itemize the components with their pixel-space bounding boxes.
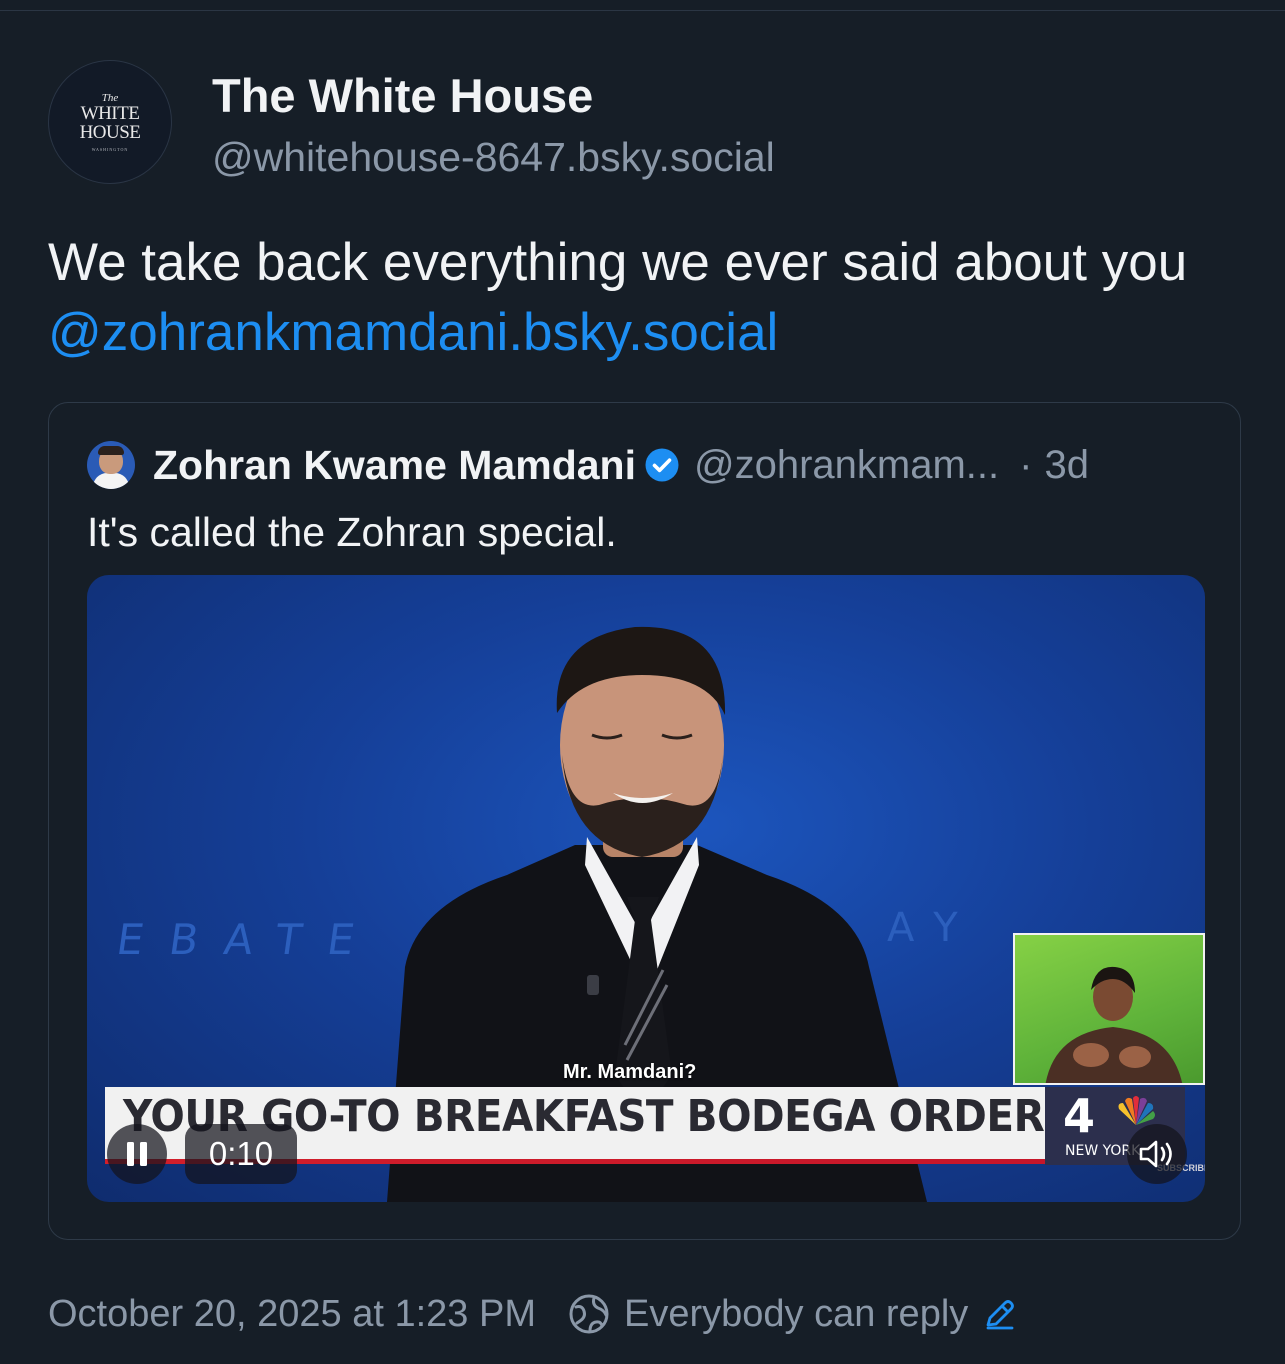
- mention-link[interactable]: @zohrankmamdani.bsky.social: [48, 303, 778, 362]
- sign-language-interpreter-inset: [1013, 933, 1205, 1085]
- station-number: 4: [1063, 1089, 1096, 1143]
- reply-setting-label: Everybody can reply: [623, 1292, 969, 1335]
- reply-setting[interactable]: Everybody can reply: [568, 1293, 1016, 1336]
- quote-text: It's called the Zohran special.: [87, 509, 617, 555]
- edit-pencil-icon[interactable]: [982, 1297, 1016, 1331]
- author-handle[interactable]: @whitehouse-8647.bsky.social: [212, 134, 775, 181]
- video-caption: Mr. Mamdani?: [563, 1061, 697, 1083]
- quote-author-handle[interactable]: @zohrankmam...: [694, 443, 999, 488]
- post-text: We take back everything we ever said abo…: [48, 228, 1238, 368]
- separator-dot: ·: [1019, 442, 1033, 487]
- mute-button[interactable]: [1127, 1124, 1187, 1184]
- author-avatar[interactable]: The WHITE HOUSE WASHINGTON: [48, 60, 172, 184]
- post-footer: October 20, 2025 at 1:23 PM Everybody ca…: [48, 1290, 1016, 1338]
- avatar-text-house: HOUSE: [79, 122, 141, 143]
- quote-post[interactable]: Zohran Kwame Mamdani @zohrankmam... · 3d…: [48, 402, 1241, 1240]
- pause-button[interactable]: [107, 1124, 167, 1184]
- elapsed-time: 0:10: [185, 1124, 297, 1184]
- avatar-text-white: WHITE: [80, 103, 140, 124]
- globe-icon: [569, 1294, 609, 1334]
- post-body: We take back everything we ever said abo…: [48, 233, 1188, 292]
- speaker-icon: [1139, 1140, 1172, 1168]
- video-player[interactable]: EBATE AY Mr. Mamdani? YOUR GO-TO BREAKFA…: [87, 575, 1205, 1202]
- quote-timestamp[interactable]: 3d: [1044, 443, 1089, 488]
- post: The WHITE HOUSE WASHINGTON The White Hou…: [0, 0, 1285, 1364]
- quote-header: Zohran Kwame Mamdani @zohrankmam... · 3d: [153, 439, 1089, 491]
- pause-icon: [127, 1142, 147, 1166]
- author-name[interactable]: The White House: [212, 68, 593, 123]
- quote-author-name[interactable]: Zohran Kwame Mamdani: [153, 442, 636, 489]
- verified-check-icon: [645, 448, 679, 482]
- post-timestamp: October 20, 2025 at 1:23 PM: [48, 1292, 536, 1335]
- quote-author-avatar[interactable]: [87, 441, 135, 489]
- avatar-text-washington: WASHINGTON: [91, 147, 129, 152]
